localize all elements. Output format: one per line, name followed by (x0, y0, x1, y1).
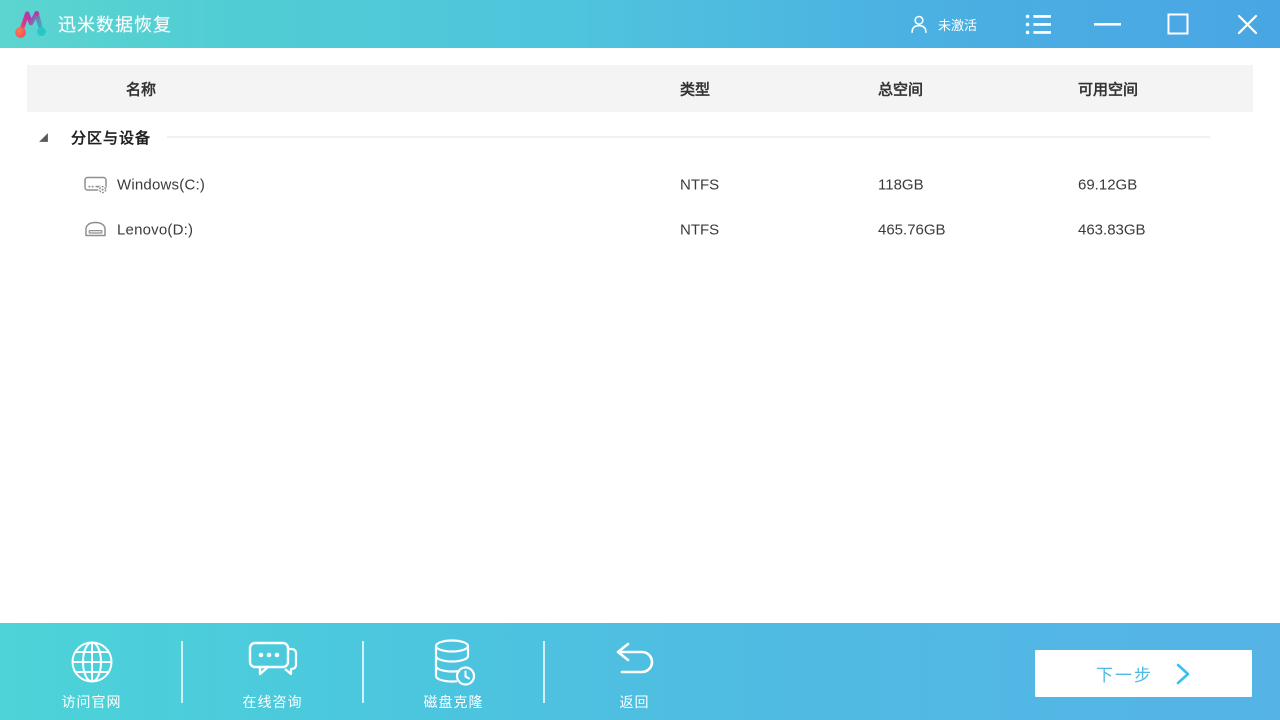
titlebar-controls: 未激活 (908, 9, 1280, 40)
column-header-type: 类型 (680, 78, 710, 99)
app-window: 迅米数据恢复 未激活 (0, 0, 1280, 720)
table-row-lenovo-d[interactable]: Lenovo(D:) NTFS 465.76GB 463.83GB (27, 207, 1253, 252)
column-header-free: 可用空间 (1078, 78, 1138, 99)
account-status[interactable]: 未激活 (908, 12, 977, 36)
app-title: 迅米数据恢复 (58, 11, 172, 37)
drive-free: 69.12GB (1078, 176, 1137, 193)
drive-icon (84, 220, 108, 240)
expand-arrow-icon[interactable] (38, 132, 49, 143)
chat-icon (248, 638, 298, 686)
menu-button[interactable] (1021, 9, 1056, 40)
titlebar-left: 迅米数据恢复 (0, 5, 172, 43)
drive-total: 465.76GB (878, 221, 946, 238)
disk-clone-icon (432, 638, 476, 686)
maximize-button[interactable] (1163, 9, 1193, 39)
user-icon (908, 12, 930, 36)
disk-clone-button[interactable]: 磁盘克隆 (364, 623, 543, 720)
next-button-label: 下一步 (1096, 661, 1153, 686)
list-menu-icon (1025, 13, 1052, 36)
online-support-button[interactable]: 在线咨询 (183, 623, 362, 720)
minimize-button[interactable] (1090, 10, 1125, 38)
close-button[interactable] (1233, 10, 1262, 39)
footer-item-label: 返回 (620, 692, 650, 712)
maximize-icon (1167, 13, 1189, 35)
column-header-total: 总空间 (878, 78, 923, 99)
globe-icon (69, 638, 115, 686)
drive-total: 118GB (878, 176, 924, 193)
close-icon (1237, 14, 1258, 35)
back-arrow-icon (612, 638, 658, 686)
footer-toolbar: 访问官网 在线咨询 (0, 623, 1280, 720)
tree-group-partitions[interactable]: 分区与设备 (27, 112, 1253, 162)
app-logo-icon (12, 5, 50, 43)
footer-item-label: 磁盘克隆 (424, 692, 484, 712)
tree-group-rule (167, 136, 1210, 138)
drive-name: Lenovo(D:) (117, 221, 193, 238)
chevron-right-icon (1175, 663, 1191, 685)
footer-item-label: 访问官网 (62, 692, 122, 712)
drive-list-panel: 名称 类型 总空间 可用空间 分区与设备 (0, 48, 1280, 623)
table-row-windows-c[interactable]: Windows(C:) NTFS 118GB 69.12GB (27, 162, 1253, 207)
footer-actions: 访问官网 在线咨询 (0, 623, 724, 720)
table-header: 名称 类型 总空间 可用空间 (27, 65, 1253, 112)
system-drive-icon (84, 175, 108, 195)
back-button[interactable]: 返回 (545, 623, 724, 720)
account-status-label: 未激活 (938, 15, 977, 34)
column-header-name: 名称 (126, 78, 156, 99)
tree-group-label: 分区与设备 (71, 127, 151, 148)
drive-type: NTFS (680, 221, 719, 238)
minimize-icon (1094, 14, 1121, 34)
drive-name: Windows(C:) (117, 176, 205, 193)
titlebar: 迅米数据恢复 未激活 (0, 0, 1280, 48)
next-button[interactable]: 下一步 (1035, 650, 1252, 697)
visit-website-button[interactable]: 访问官网 (2, 623, 181, 720)
footer-item-label: 在线咨询 (243, 692, 303, 712)
drive-free: 463.83GB (1078, 221, 1146, 238)
drive-type: NTFS (680, 176, 719, 193)
